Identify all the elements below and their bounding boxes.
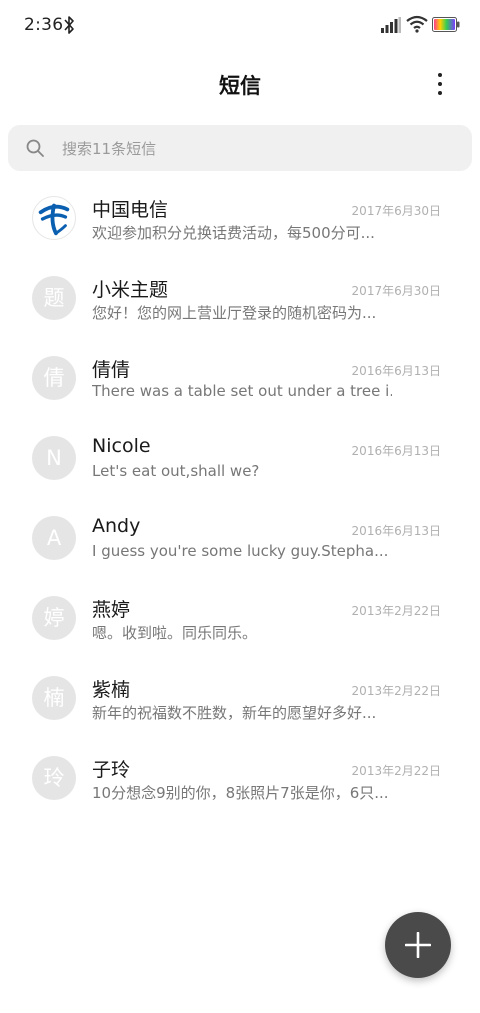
status-bar: 2:36 xyxy=(0,0,480,52)
contact-name: Nicole xyxy=(92,435,151,457)
message-preview: There was a table set out under a tree i… xyxy=(92,382,392,400)
message-date: 2013年2月22日 xyxy=(351,604,441,618)
conversation-item[interactable]: 婷 燕婷 2013年2月22日 嗯。收到啦。同乐同乐。 xyxy=(0,577,480,657)
message-date: 2016年6月13日 xyxy=(351,364,441,378)
page-title: 短信 xyxy=(219,74,261,98)
message-preview: 嗯。收到啦。同乐同乐。 xyxy=(92,624,258,642)
avatar: 楠 xyxy=(32,676,76,720)
plus-icon xyxy=(405,932,431,958)
message-preview: Let's eat out,shall we? xyxy=(92,462,260,480)
app-header: 短信 xyxy=(0,52,480,114)
contact-name: 燕婷 xyxy=(92,599,131,621)
new-message-button[interactable] xyxy=(385,912,451,978)
message-date: 2013年2月22日 xyxy=(351,684,441,698)
message-preview: 您好！您的网上营业厅登录的随机密码为... xyxy=(92,304,377,322)
conversation-item[interactable]: 楠 紫楠 2013年2月22日 新年的祝福数不胜数，新年的愿望好多好... xyxy=(0,657,480,737)
message-date: 2016年6月13日 xyxy=(351,524,441,538)
message-date: 2017年6月30日 xyxy=(351,284,441,298)
message-date: 2016年6月13日 xyxy=(351,444,441,458)
conversation-item[interactable]: 中国电信 2017年6月30日 欢迎参加积分兑换话费活动，每500分可... xyxy=(0,177,480,257)
wifi-icon xyxy=(406,15,428,33)
message-preview: 欢迎参加积分兑换话费活动，每500分可... xyxy=(92,224,375,242)
search-icon xyxy=(26,139,44,157)
contact-name: 紫楠 xyxy=(92,679,131,701)
more-options-button[interactable] xyxy=(422,66,458,102)
conversation-item[interactable]: N Nicole 2016年6月13日 Let's eat out,shall … xyxy=(0,417,480,497)
message-date: 2017年6月30日 xyxy=(351,204,441,218)
avatar: 题 xyxy=(32,276,76,320)
message-list: 中国电信 2017年6月30日 欢迎参加积分兑换话费活动，每500分可... 题… xyxy=(0,177,480,817)
contact-name: 子玲 xyxy=(92,759,131,781)
conversation-item[interactable]: 倩 倩倩 2016年6月13日 There was a table set ou… xyxy=(0,337,480,417)
contact-name: 小米主题 xyxy=(92,279,169,301)
contact-name: Andy xyxy=(92,515,141,537)
message-date: 2013年2月22日 xyxy=(351,764,441,778)
avatar: 倩 xyxy=(32,356,76,400)
messages-screen: 2:36 短信 搜索11条短信 中国电信 2017年6月30日 欢迎参加积分兑换… xyxy=(0,0,480,1013)
battery-icon xyxy=(432,17,460,32)
avatar xyxy=(32,196,76,240)
contact-name: 中国电信 xyxy=(92,199,169,221)
status-time: 2:36 xyxy=(24,15,64,35)
conversation-item[interactable]: A Andy 2016年6月13日 I guess you're some lu… xyxy=(0,497,480,577)
avatar: A xyxy=(32,516,76,560)
search-placeholder: 搜索11条短信 xyxy=(62,140,157,158)
message-preview: 新年的祝福数不胜数，新年的愿望好多好... xyxy=(92,704,377,722)
conversation-item[interactable]: 题 小米主题 2017年6月30日 您好！您的网上营业厅登录的随机密码为... xyxy=(0,257,480,337)
avatar: 婷 xyxy=(32,596,76,640)
message-preview: 10分想念9别的你，8张照片7张是你，6只... xyxy=(92,784,389,802)
contact-name: 倩倩 xyxy=(92,359,131,381)
conversation-item[interactable]: 玲 子玲 2013年2月22日 10分想念9别的你，8张照片7张是你，6只... xyxy=(0,737,480,817)
bluetooth-icon xyxy=(64,16,74,34)
avatar: 玲 xyxy=(32,756,76,800)
avatar: N xyxy=(32,436,76,480)
message-preview: I guess you're some lucky guy.Stepha... xyxy=(92,542,389,560)
signal-icon xyxy=(381,17,401,33)
telecom-logo xyxy=(38,203,70,236)
search-input[interactable]: 搜索11条短信 xyxy=(8,125,472,171)
